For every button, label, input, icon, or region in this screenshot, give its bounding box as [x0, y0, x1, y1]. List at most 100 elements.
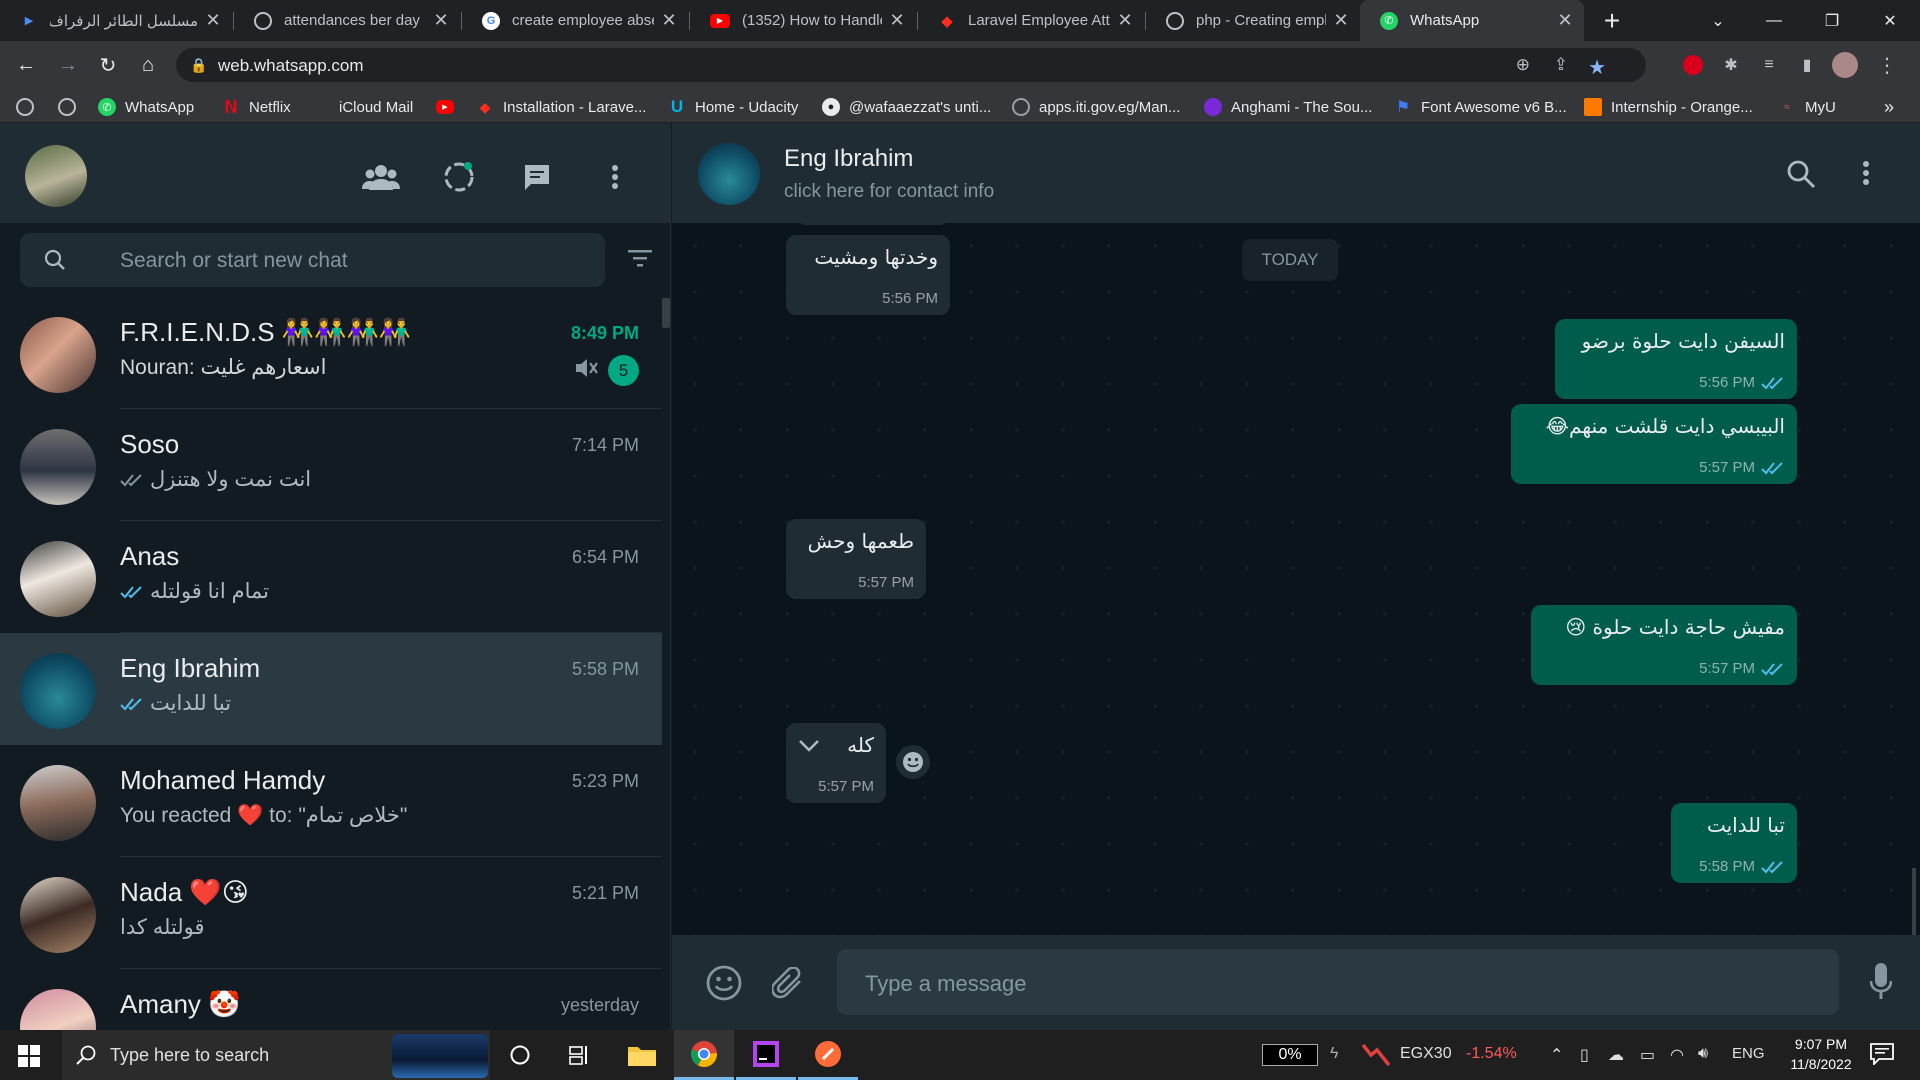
tab-close-icon[interactable]: ✕	[660, 10, 678, 31]
chrome-taskbar-icon[interactable]	[674, 1030, 734, 1080]
bookmark-orange[interactable]: Internship - Orange...	[1584, 96, 1753, 118]
notification-center-icon[interactable]	[1870, 1043, 1894, 1065]
bookmark-globe[interactable]	[58, 96, 76, 118]
tab-whatsapp[interactable]: ✆ WhatsApp ✕	[1360, 0, 1584, 41]
file-explorer-icon[interactable]	[612, 1030, 672, 1080]
close-window-button[interactable]: ✕	[1862, 0, 1918, 41]
tab-close-icon[interactable]: ✕	[204, 10, 222, 31]
tab-stackoverflow[interactable]: php - Creating emplo ✕	[1146, 0, 1360, 41]
windows-start-icon[interactable]	[18, 1045, 40, 1067]
battery-widget[interactable]: 0%	[1262, 1044, 1318, 1066]
emoji-button-icon[interactable]	[706, 965, 742, 1001]
tab-attendances[interactable]: attendances ber day ✕	[234, 0, 460, 41]
message-incoming[interactable]: طعمها وحش 5:57 PM	[786, 519, 926, 599]
postman-taskbar-icon[interactable]	[798, 1030, 858, 1080]
tray-device-icon[interactable]: ▯	[1580, 1045, 1589, 1065]
chat-item-nada[interactable]: Nada ❤️😘 قولتله كدا 5:21 PM	[0, 857, 662, 969]
tab-close-icon[interactable]: ✕	[1116, 10, 1134, 31]
bookmark-star-icon[interactable]: ★	[1588, 55, 1606, 80]
tab-google-search[interactable]: G create employee abse ✕	[462, 0, 688, 41]
bookmark-anghami[interactable]: Anghami - The Sou...	[1204, 96, 1372, 118]
side-panel-icon[interactable]: ▮	[1794, 52, 1820, 78]
menu-icon[interactable]	[595, 157, 635, 197]
extensions-icon[interactable]: ✱	[1718, 52, 1744, 78]
bookmark-netflix[interactable]: N Netflix	[222, 96, 291, 118]
bookmark-fontawesome[interactable]: ⚑ Font Awesome v6 B...	[1394, 96, 1567, 118]
message-outgoing[interactable]: مفيش حاجة دايت حلوة 😢 5:57 PM	[1531, 605, 1797, 685]
clock[interactable]: 9:07 PM 11/8/2022	[1776, 1034, 1866, 1074]
tab-close-icon[interactable]: ✕	[888, 10, 906, 31]
search-messages-icon[interactable]	[1786, 159, 1816, 189]
tab-close-icon[interactable]: ✕	[1556, 10, 1574, 31]
bookmark-icloud[interactable]: iCloud Mail	[312, 96, 413, 118]
contact-avatar[interactable]	[698, 143, 760, 205]
conversation-menu-icon[interactable]	[1862, 160, 1870, 186]
share-icon[interactable]: ⇪	[1554, 55, 1568, 75]
chat-item-mohamed-hamdy[interactable]: Mohamed Hamdy You reacted ❤️ to: "خلاص ت…	[0, 745, 662, 857]
tab-media[interactable]: ▶ مسلسل الطائر الرفراف ✕	[0, 0, 232, 41]
chat-item-friends[interactable]: F.R.I.E.N.D.S 👫👫👫👫 Nouran: اسعارهم غليت …	[0, 297, 662, 409]
message-outgoing[interactable]: البيبسي دايت قلشت منهم😂 5:57 PM	[1511, 404, 1797, 484]
reload-button[interactable]: ↻	[94, 51, 122, 79]
tray-overflow-chevron-icon[interactable]: ⌃	[1550, 1045, 1563, 1065]
message-incoming[interactable]: وخدتها ومشيت 5:56 PM	[786, 235, 950, 315]
microphone-icon[interactable]	[1870, 963, 1892, 1001]
new-tab-button[interactable]: +	[1584, 0, 1640, 41]
chat-list-scrollbar[interactable]	[662, 298, 670, 328]
message-outgoing[interactable]: تبا للدايت 5:58 PM	[1671, 803, 1797, 883]
home-button[interactable]: ⌂	[134, 51, 162, 79]
message-options-chevron-icon[interactable]	[798, 739, 820, 753]
zoom-icon[interactable]: ⊕	[1516, 55, 1530, 75]
back-button[interactable]: ←	[12, 51, 40, 79]
new-chat-icon[interactable]	[517, 157, 557, 197]
timeline-icon[interactable]	[550, 1030, 610, 1080]
address-bar[interactable]: 🔒 web.whatsapp.com ★ ⇪ ⊕	[176, 48, 1646, 82]
media-queue-icon[interactable]: ≡	[1756, 52, 1782, 78]
conversation-header[interactable]: Eng Ibrahim click here for contact info	[672, 123, 1920, 223]
adblock-extension-icon[interactable]	[1680, 52, 1706, 78]
restore-button[interactable]: ❐	[1804, 0, 1860, 41]
communities-icon[interactable]	[361, 157, 401, 197]
message-incoming[interactable]: كله 5:57 PM	[786, 723, 886, 803]
my-profile-avatar[interactable]	[25, 145, 87, 207]
tab-close-icon[interactable]: ✕	[432, 10, 450, 31]
bookmark-iti[interactable]: apps.iti.gov.eg/Man...	[1012, 96, 1180, 118]
tab-search-chevron-icon[interactable]: ⌄	[1690, 0, 1746, 41]
forward-button[interactable]: →	[54, 51, 82, 79]
wifi-icon[interactable]: ◠	[1670, 1045, 1684, 1065]
bookmark-myu[interactable]: ≈ MyU	[1778, 96, 1836, 118]
bookmark-whatsapp[interactable]: ✆ WhatsApp	[98, 96, 194, 118]
bookmark-globe[interactable]	[16, 96, 34, 118]
bookmark-udacity[interactable]: U Home - Udacity	[668, 96, 799, 118]
chat-item-soso[interactable]: Soso انت نمت ولا هتنزل 7:14 PM	[0, 409, 662, 521]
profile-avatar[interactable]	[1832, 52, 1858, 78]
stock-name[interactable]: EGX30	[1400, 1045, 1452, 1063]
search-input[interactable]: Search or start new chat	[20, 233, 605, 287]
battery-tray-icon[interactable]: ▭	[1640, 1045, 1655, 1065]
bookmarks-overflow-icon[interactable]: »	[1884, 96, 1894, 118]
bookmark-laravel[interactable]: ◆ Installation - Larave...	[476, 96, 647, 118]
bookmark-github[interactable]: ● @wafaaezzat's unti...	[822, 96, 991, 118]
message-outgoing[interactable]: السيفن دايت حلوة برضو 5:56 PM	[1555, 319, 1797, 399]
onedrive-cloud-icon[interactable]: ☁	[1608, 1045, 1624, 1065]
filter-icon[interactable]	[628, 249, 652, 267]
react-emoji-button[interactable]	[896, 745, 930, 779]
chat-item-anas[interactable]: Anas تمام انا قولتله 6:54 PM	[0, 521, 662, 633]
tab-youtube[interactable]: ▶ (1352) How to Handle ✕	[690, 0, 916, 41]
volume-icon[interactable]: 🔊︎	[1698, 1045, 1708, 1063]
chrome-menu-icon[interactable]: ⋮	[1874, 52, 1900, 78]
tab-laravel[interactable]: ◆ Laravel Employee Atte ✕	[918, 0, 1144, 41]
input-language[interactable]: ENG	[1732, 1045, 1765, 1062]
chat-item-eng-ibrahim[interactable]: Eng Ibrahim تبا للدايت 5:58 PM	[0, 633, 662, 745]
task-view-icon[interactable]	[490, 1030, 550, 1080]
tab-close-icon[interactable]: ✕	[1332, 10, 1350, 31]
phpstorm-taskbar-icon[interactable]	[736, 1030, 796, 1080]
minimize-button[interactable]: —	[1746, 0, 1802, 41]
status-icon[interactable]	[439, 157, 479, 197]
bookmark-youtube[interactable]: ▶	[436, 96, 463, 118]
message-scrollbar[interactable]	[1912, 868, 1916, 935]
taskbar-search-input[interactable]: Type here to search	[62, 1030, 490, 1080]
chat-item-amany[interactable]: Amany 🤡 yesterday	[0, 969, 662, 1030]
message-input[interactable]: Type a message	[837, 949, 1839, 1015]
attach-paperclip-icon[interactable]	[772, 967, 806, 999]
